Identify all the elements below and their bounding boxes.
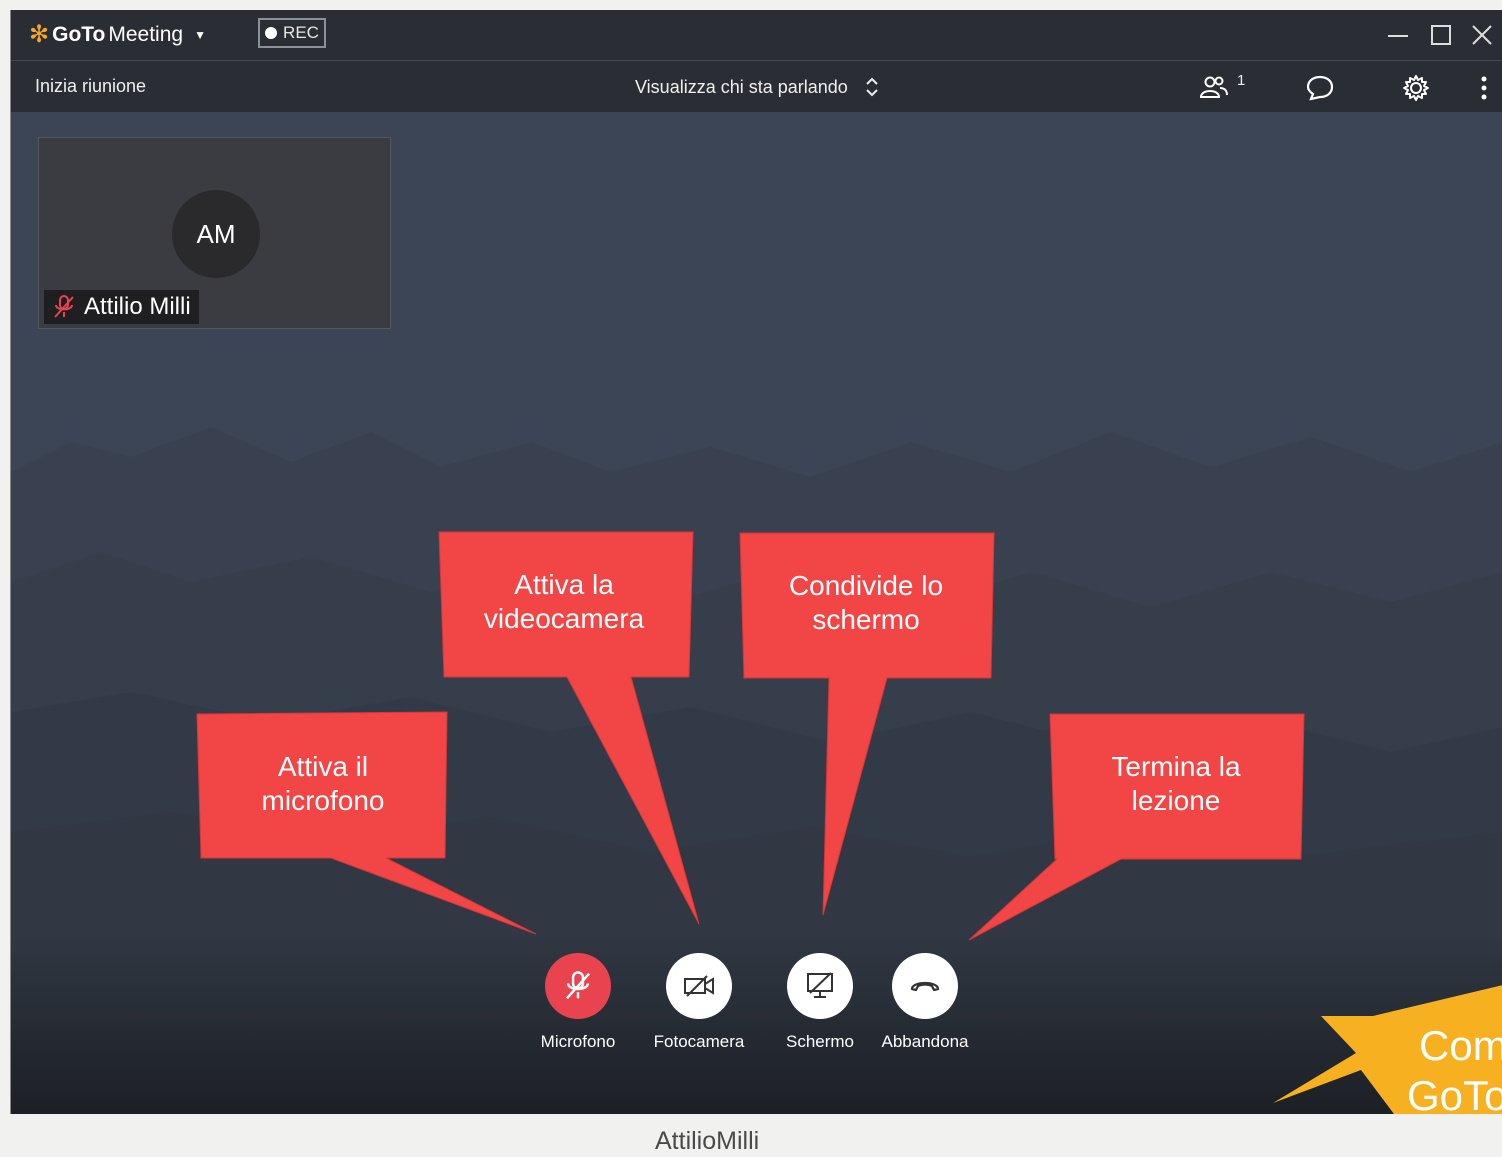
callout-mic-shape <box>196 711 537 935</box>
camera-label: Fotocamera <box>653 1032 745 1051</box>
callout-camera-text: Attiva la videocamera <box>439 568 689 636</box>
callout-line: Attiva il <box>277 751 369 782</box>
microphone-label: Microfono <box>540 1032 616 1051</box>
callout-line: lezione <box>1131 785 1221 816</box>
camera-button[interactable] <box>666 953 732 1019</box>
promo-badge-line2: GoTo <box>1407 1072 1502 1114</box>
callout-leave-shape <box>968 713 1305 941</box>
microphone-button[interactable] <box>545 953 611 1019</box>
camera-off-icon <box>684 975 714 997</box>
callout-line: Condivide lo <box>788 570 944 601</box>
mic-muted-icon <box>566 971 590 1000</box>
callout-mic-text: Attiva il microfono <box>199 750 447 818</box>
callouts-layer <box>196 531 1502 1114</box>
callout-line: Termina la <box>1111 751 1241 782</box>
callout-line: microfono <box>261 785 385 816</box>
meeting-window: ✻ GoTo Meeting ▼ REC Inizia riunione Visu… <box>10 10 1502 1114</box>
promo-badge-line1: Com <box>1419 1022 1502 1069</box>
callout-line: schermo <box>812 604 920 635</box>
hang-up-icon <box>910 981 940 992</box>
screen-share-off-icon <box>807 972 833 998</box>
leave-button[interactable] <box>892 953 958 1019</box>
screen-share-button[interactable] <box>787 953 853 1019</box>
callout-screen-text: Condivide lo schermo <box>740 569 992 637</box>
callout-line: videocamera <box>483 603 645 634</box>
watermark-caption: AttilioMilli <box>655 1127 760 1155</box>
leave-label: Abbandona <box>881 1032 969 1051</box>
callout-leave-text: Termina la lezione <box>1050 750 1302 818</box>
callout-line: Attiva la <box>514 569 614 600</box>
